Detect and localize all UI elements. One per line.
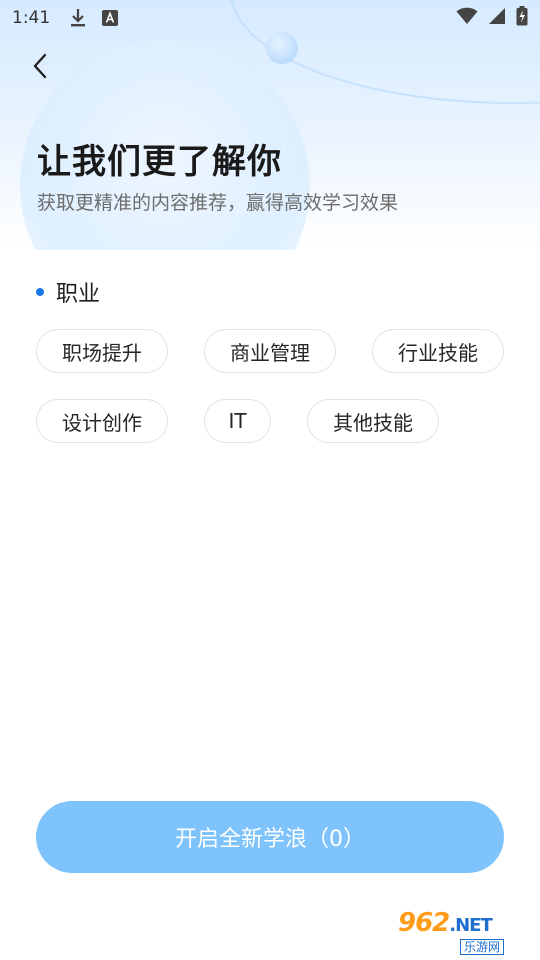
section-label: 职业 bbox=[56, 282, 101, 307]
tag-other-skills[interactable]: 其他技能 bbox=[307, 399, 439, 443]
watermark-logo-text: 962.NET bbox=[398, 907, 493, 938]
section-header-occupation: 职业 bbox=[36, 276, 100, 308]
tag-industry-skills[interactable]: 行业技能 bbox=[372, 329, 504, 373]
status-time: 1:41 bbox=[12, 8, 51, 28]
tag-it[interactable]: IT bbox=[204, 399, 271, 443]
battery-charging-icon bbox=[516, 5, 528, 31]
watermark-logo: 962.NET 乐游网 bbox=[398, 908, 538, 956]
back-arrow-icon bbox=[32, 53, 48, 83]
page-subtitle: 获取更精准的内容推荐，赢得高效学习效果 bbox=[37, 192, 399, 214]
tag-design-creation[interactable]: 设计创作 bbox=[36, 399, 168, 443]
decorative-dot bbox=[266, 32, 298, 64]
back-button[interactable] bbox=[22, 50, 58, 86]
tag-business-management[interactable]: 商业管理 bbox=[204, 329, 336, 373]
wifi-icon bbox=[456, 7, 478, 30]
keyboard-a-icon bbox=[100, 8, 120, 28]
signal-icon bbox=[488, 7, 506, 30]
status-right-icons bbox=[456, 5, 528, 31]
page-title: 让我们更了解你 bbox=[37, 142, 282, 182]
section-bullet bbox=[36, 288, 44, 296]
download-icon bbox=[68, 8, 88, 28]
tag-career-advancement[interactable]: 职场提升 bbox=[36, 329, 168, 373]
start-learning-button[interactable]: 开启全新学浪（0） bbox=[36, 801, 504, 873]
watermark-subtitle: 乐游网 bbox=[460, 938, 505, 955]
status-bar: 1:41 bbox=[0, 0, 540, 36]
